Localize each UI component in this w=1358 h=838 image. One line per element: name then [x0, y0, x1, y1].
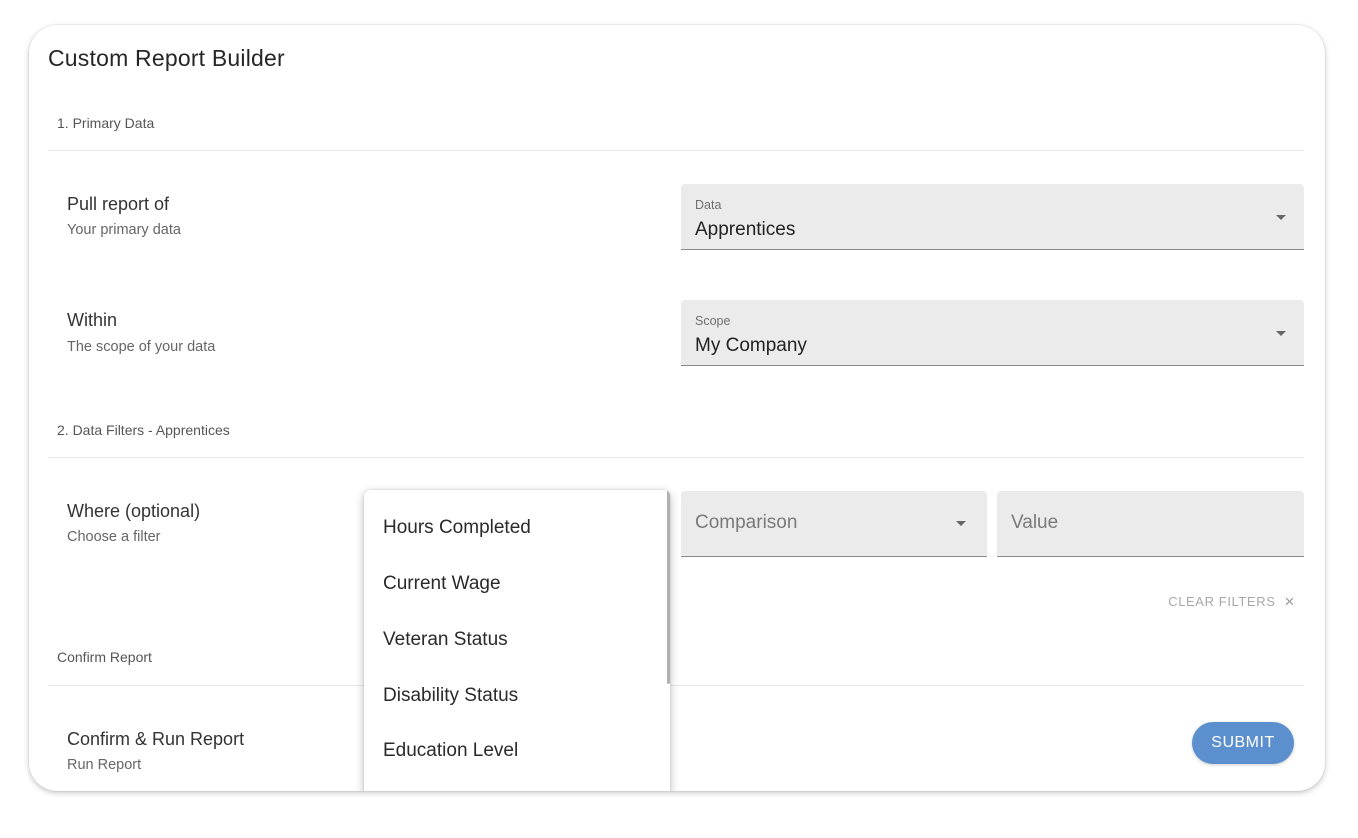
row-subtitle-confirm-run: Run Report: [67, 757, 142, 773]
data-select-label: Data: [695, 198, 722, 212]
submit-button[interactable]: SUBMIT: [1192, 722, 1294, 764]
divider: [48, 457, 1304, 458]
row-subtitle-where: Choose a filter: [67, 529, 161, 545]
row-subtitle-within: The scope of your data: [67, 339, 216, 355]
row-title-where: Where (optional): [67, 501, 201, 521]
dropdown-scrollbar[interactable]: [667, 490, 670, 684]
row-title-within: Within: [67, 310, 118, 330]
filter-option-education-level[interactable]: Education Level: [383, 740, 518, 762]
filter-dropdown-menu: Hours Completed Current Wage Veteran Sta…: [364, 490, 670, 791]
divider: [48, 150, 1304, 151]
row-title-confirm-run: Confirm & Run Report: [67, 729, 245, 749]
comparison-select[interactable]: Comparison: [681, 491, 987, 557]
chevron-down-icon: [1276, 215, 1286, 220]
divider: [48, 685, 1304, 686]
chevron-down-icon: [956, 521, 966, 526]
filter-option-veteran-status[interactable]: Veteran Status: [383, 629, 508, 651]
value-input[interactable]: Value: [997, 491, 1304, 557]
row-title-pull-report: Pull report of: [67, 194, 170, 214]
scope-select-label: Scope: [695, 314, 731, 328]
row-subtitle-pull-report: Your primary data: [67, 222, 181, 238]
comparison-select-placeholder: Comparison: [695, 512, 798, 533]
data-select-value: Apprentices: [695, 219, 796, 240]
scope-select[interactable]: Scope My Company: [681, 300, 1304, 366]
filter-option-current-wage[interactable]: Current Wage: [383, 573, 501, 595]
data-select[interactable]: Data Apprentices: [681, 184, 1304, 250]
page-title: Custom Report Builder: [48, 45, 285, 71]
section-label-data-filters: 2. Data Filters - Apprentices: [57, 422, 230, 438]
chevron-down-icon: [1276, 331, 1286, 336]
section-label-confirm-report: Confirm Report: [57, 649, 152, 665]
clear-filters-button[interactable]: CLEAR FILTERS ×: [1168, 593, 1295, 610]
report-builder-card: Custom Report Builder 1. Primary Data Pu…: [29, 25, 1325, 791]
value-input-placeholder: Value: [1011, 512, 1059, 533]
section-label-primary-data: 1. Primary Data: [57, 115, 155, 131]
clear-filters-label: CLEAR FILTERS: [1168, 594, 1276, 609]
scope-select-value: My Company: [695, 335, 807, 356]
filter-option-disability-status[interactable]: Disability Status: [383, 685, 518, 707]
filter-option-hours-completed[interactable]: Hours Completed: [383, 517, 531, 539]
close-icon: ×: [1284, 592, 1295, 611]
